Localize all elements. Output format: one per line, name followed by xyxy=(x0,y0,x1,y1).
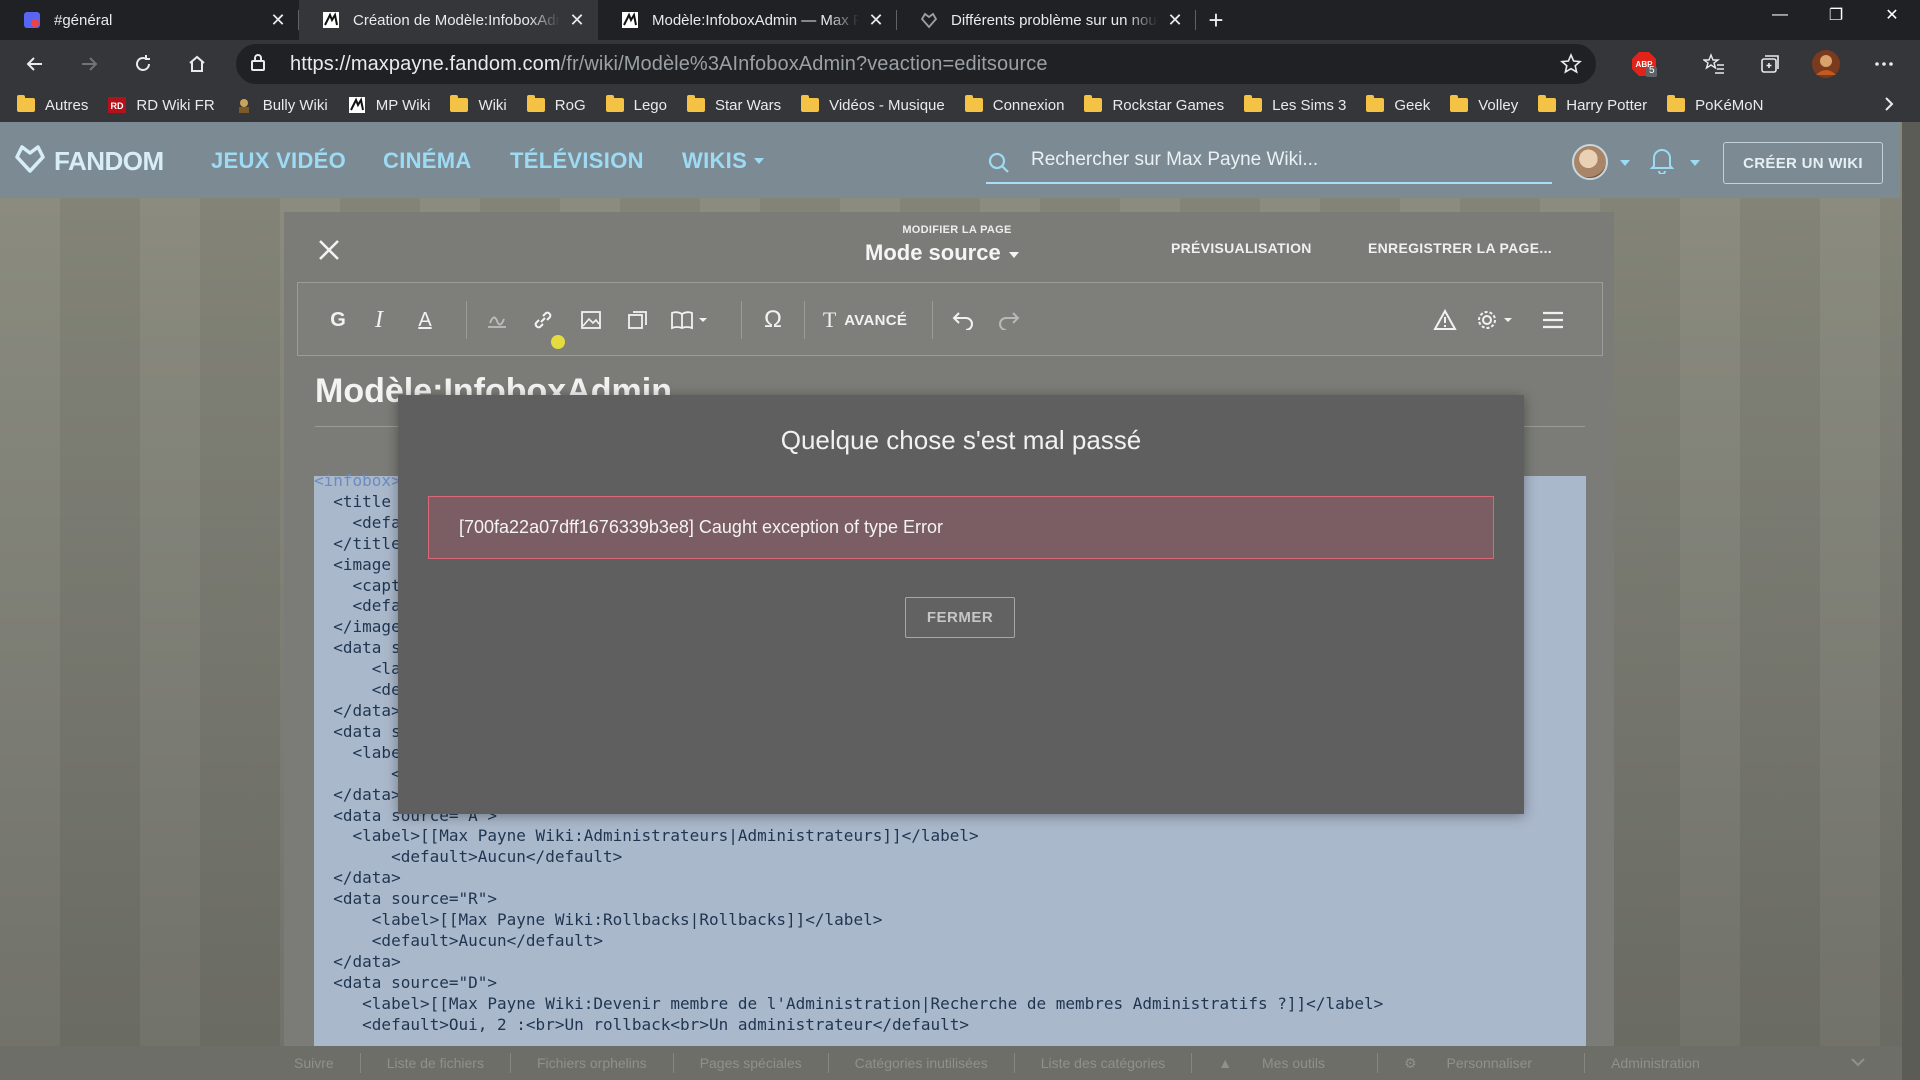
fandom-wiki-icon xyxy=(347,97,367,113)
forward-button[interactable] xyxy=(62,44,116,84)
bookmark-volley[interactable]: Volley xyxy=(1449,95,1518,114)
folder-icon xyxy=(1365,95,1385,113)
bookmark-rd-wiki-fr[interactable]: RD RD Wiki FR xyxy=(107,97,215,114)
bookmarks-bar: Autres RD RD Wiki FR Bully Wiki MP Wiki W… xyxy=(0,88,1920,122)
tab-modele-infoboxadmin[interactable]: Modèle:InfoboxAdmin — Max Payne ✕ xyxy=(598,0,897,40)
folder-icon xyxy=(1666,95,1686,113)
home-icon xyxy=(189,55,205,72)
close-dialog-button[interactable]: FERMER xyxy=(905,597,1015,638)
folder-icon xyxy=(1083,95,1103,113)
tab-title: Différents problème sur un nouv xyxy=(951,11,1158,29)
bookmark-connexion[interactable]: Connexion xyxy=(964,95,1064,114)
folder-icon xyxy=(1537,95,1557,113)
rd-wiki-icon: RD xyxy=(107,97,127,113)
bookmark-les-sims-3[interactable]: Les Sims 3 xyxy=(1243,95,1346,114)
bookmark-bully-wiki[interactable]: Bully Wiki xyxy=(234,97,328,114)
bully-wiki-icon xyxy=(234,97,254,113)
url-text: https://maxpayne.fandom.com/fr/wiki/Modè… xyxy=(290,52,1048,75)
bookmark-videos-musique[interactable]: Vidéos - Musique xyxy=(800,95,945,114)
adblock-badge: 5 xyxy=(1649,65,1655,76)
bookmark-star-wars[interactable]: Star Wars xyxy=(686,95,781,114)
tab-creation-modele[interactable]: Création de Modèle:InfoboxAdmin ✕ xyxy=(299,0,598,40)
favorites-list-icon[interactable] xyxy=(1696,46,1732,82)
dialog-title: Quelque chose s'est mal passé xyxy=(780,425,1142,455)
tab-strip: #général ✕ Création de Modèle:InfoboxAdm… xyxy=(0,0,1920,40)
folder-icon xyxy=(605,95,625,113)
arrow-left-icon xyxy=(26,57,42,71)
restore-button[interactable]: ❐ xyxy=(1808,0,1864,30)
window-controls: — ❐ ✕ xyxy=(1752,0,1920,30)
folder-icon xyxy=(16,95,36,113)
tab-title: Création de Modèle:InfoboxAdmin xyxy=(353,11,560,29)
more-menu-icon[interactable] xyxy=(1866,46,1902,82)
new-tab-button[interactable]: + xyxy=(1196,0,1236,40)
arrow-right-icon xyxy=(82,57,98,71)
bookmark-geek[interactable]: Geek xyxy=(1365,95,1430,114)
page-viewport: FANDOM JEUX VIDÉO CINÉMA TÉLÉVISION WIKI… xyxy=(0,122,1920,1080)
close-icon[interactable]: ✕ xyxy=(865,9,887,31)
tab-differents-probleme[interactable]: Différents problème sur un nouv ✕ xyxy=(897,0,1196,40)
profile-avatar[interactable] xyxy=(1808,46,1844,82)
address-toolbar: https://maxpayne.fandom.com/fr/wiki/Modè… xyxy=(0,40,1920,88)
lock-icon xyxy=(250,52,274,77)
tab-general[interactable]: #général ✕ xyxy=(0,0,299,40)
fandom-wiki-icon xyxy=(620,10,640,30)
tab-title: Modèle:InfoboxAdmin — Max Payne xyxy=(652,11,859,29)
close-icon[interactable]: ✕ xyxy=(1164,9,1186,31)
bookmark-lego[interactable]: Lego xyxy=(605,95,667,114)
close-icon[interactable]: ✕ xyxy=(566,9,588,31)
minimize-button[interactable]: — xyxy=(1752,0,1808,30)
bookmark-autres[interactable]: Autres xyxy=(16,95,88,114)
error-message: [700fa22a07dff1676339b3e8] Caught except… xyxy=(428,496,1494,559)
folder-icon xyxy=(800,95,820,113)
folder-icon xyxy=(686,95,706,113)
reload-icon xyxy=(136,55,150,71)
bookmark-pokemon[interactable]: PoKéMoN xyxy=(1666,95,1763,114)
svg-text:RD: RD xyxy=(111,101,124,111)
folder-icon xyxy=(526,95,546,113)
address-bar[interactable]: https://maxpayne.fandom.com/fr/wiki/Modè… xyxy=(236,44,1596,84)
home-button[interactable] xyxy=(170,44,224,84)
bookmark-wiki[interactable]: Wiki xyxy=(449,95,507,114)
adblock-extension-icon[interactable]: ABP 5 xyxy=(1626,46,1662,82)
bookmark-rockstar-games[interactable]: Rockstar Games xyxy=(1083,95,1224,114)
back-button[interactable] xyxy=(8,44,62,84)
bookmark-harry-potter[interactable]: Harry Potter xyxy=(1537,95,1647,114)
favorite-star-icon[interactable] xyxy=(1560,52,1582,80)
collections-icon[interactable] xyxy=(1752,46,1788,82)
error-dialog: Quelque chose s'est mal passé [700fa22a0… xyxy=(398,395,1524,814)
bookmark-rog[interactable]: RoG xyxy=(526,95,586,114)
chevron-right-icon[interactable] xyxy=(1884,96,1894,116)
folder-icon xyxy=(449,95,469,113)
close-window-button[interactable]: ✕ xyxy=(1864,0,1920,30)
folder-icon xyxy=(1449,95,1469,113)
close-icon[interactable]: ✕ xyxy=(267,9,289,31)
folder-icon xyxy=(1243,95,1263,113)
bookmark-mp-wiki[interactable]: MP Wiki xyxy=(347,97,430,114)
fandom-heart-icon xyxy=(919,10,939,30)
folder-icon xyxy=(964,95,984,113)
fandom-wiki-icon xyxy=(321,10,341,30)
discord-icon xyxy=(22,10,42,30)
tab-title: #général xyxy=(54,11,113,29)
reload-button[interactable] xyxy=(116,44,170,84)
